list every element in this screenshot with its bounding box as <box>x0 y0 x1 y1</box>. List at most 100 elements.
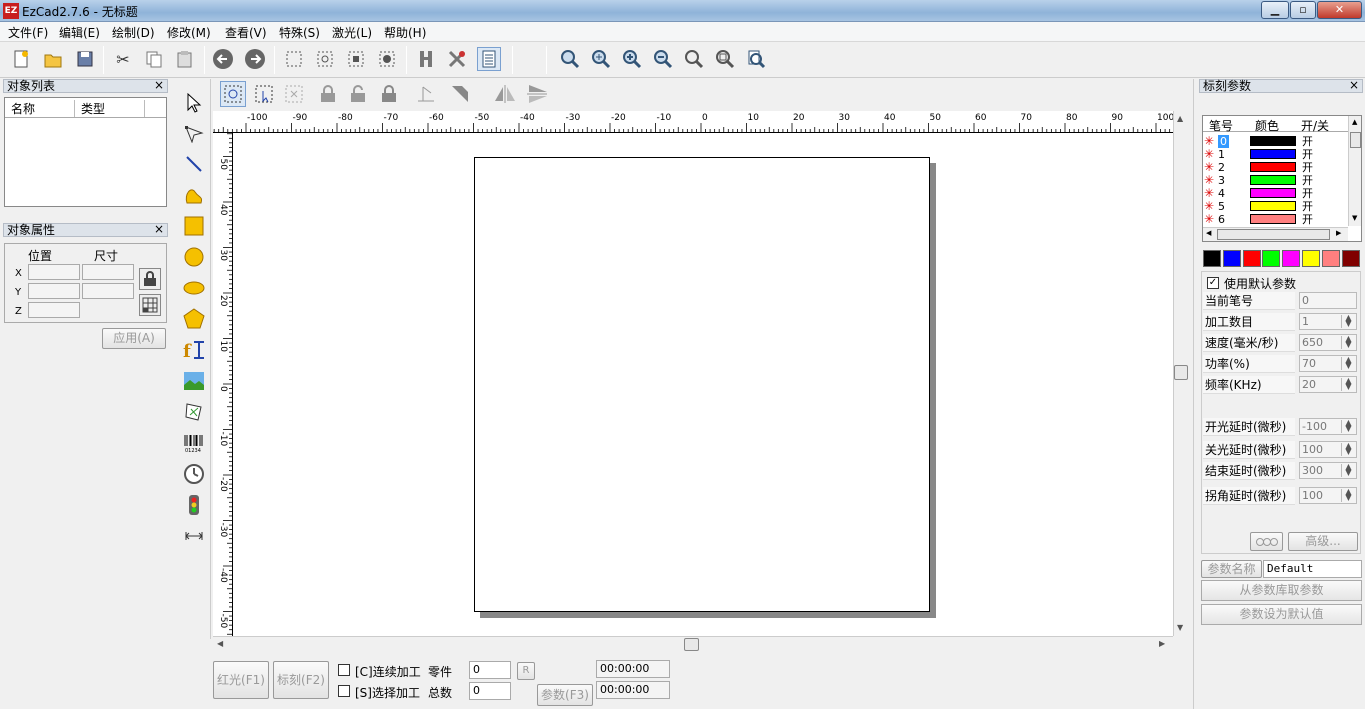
param-name-field[interactable]: Default <box>1263 560 1362 578</box>
menu-help[interactable]: 帮助(H) <box>382 24 428 41</box>
pen-scroll-left-icon[interactable]: ◀ <box>1206 229 1211 237</box>
text-tool-icon[interactable]: f <box>182 338 206 362</box>
object-list-close-icon[interactable]: × <box>154 79 164 91</box>
paste-icon[interactable] <box>173 47 197 71</box>
spin-icon[interactable]: ▲ ▼ <box>1341 335 1355 349</box>
red-light-button[interactable]: 红光(F1) <box>213 661 269 699</box>
palette-swatch[interactable] <box>1242 250 1261 267</box>
select-node-icon[interactable] <box>251 81 277 107</box>
unlock-all-icon[interactable] <box>377 81 403 107</box>
lock-icon[interactable] <box>139 268 161 290</box>
minimize-button[interactable]: ▁ <box>1261 1 1289 19</box>
params-button[interactable]: 参数(F3) <box>537 684 593 706</box>
spin-icon[interactable]: ▲ ▼ <box>1341 377 1355 391</box>
cut-icon[interactable]: ✂ <box>111 47 135 71</box>
select-disabled-icon[interactable] <box>281 81 307 107</box>
pen-scroll-down-icon[interactable]: ▼ <box>1352 214 1357 222</box>
zoom-icon[interactable] <box>558 47 582 71</box>
select-mode-icon[interactable] <box>220 81 246 107</box>
ellipse-tool-icon[interactable] <box>182 276 206 300</box>
frequency-field[interactable]: 20 ▲ ▼ <box>1299 376 1357 393</box>
object-props-close-icon[interactable]: × <box>154 223 164 235</box>
mark-params-close-icon[interactable]: × <box>1349 79 1359 91</box>
barcode-tool-icon[interactable]: 01234 <box>182 431 206 455</box>
end-delay-field[interactable]: 300 ▲ ▼ <box>1299 462 1357 479</box>
current-pen-field[interactable]: 0 <box>1299 292 1357 309</box>
hscroll-thumb[interactable] <box>684 638 699 651</box>
power-field[interactable]: 70 ▲ ▼ <box>1299 355 1357 372</box>
polygon-tool-icon[interactable] <box>182 307 206 331</box>
zoom-in-icon[interactable] <box>620 47 644 71</box>
combine-icon[interactable] <box>344 47 368 71</box>
extend-axis-icon[interactable] <box>182 524 206 548</box>
pos-x-field[interactable] <box>28 264 80 280</box>
properties-list-icon[interactable] <box>477 47 501 71</box>
palette-swatch[interactable] <box>1262 250 1281 267</box>
palette-swatch[interactable] <box>1302 250 1320 267</box>
scroll-up-icon[interactable]: ▲ <box>1177 114 1183 123</box>
zoom-out-icon[interactable] <box>651 47 675 71</box>
spin-icon[interactable]: ▲ ▼ <box>1341 419 1355 433</box>
pen-color-swatch[interactable] <box>1250 214 1296 224</box>
undo-icon[interactable] <box>211 47 235 71</box>
menu-file[interactable]: 文件(F) <box>6 24 50 41</box>
pen-onoff[interactable]: 开 <box>1302 135 1313 148</box>
timer-tool-icon[interactable] <box>182 462 206 486</box>
curve-tool-icon[interactable] <box>182 183 206 207</box>
set-default-button[interactable]: 参数设为默认值 <box>1201 604 1362 625</box>
spin-icon[interactable]: ▲ ▼ <box>1341 488 1355 502</box>
open-folder-icon[interactable] <box>41 47 65 71</box>
speed-field[interactable]: 650 ▲ ▼ <box>1299 334 1357 351</box>
pen-color-swatch[interactable] <box>1250 162 1296 172</box>
break-icon[interactable] <box>375 47 399 71</box>
pen-onoff[interactable]: 开 <box>1302 161 1313 174</box>
column-name[interactable]: 名称 <box>5 100 75 117</box>
ungroup-icon[interactable] <box>313 47 337 71</box>
work-area-page[interactable] <box>474 157 930 612</box>
select-process-checkbox[interactable] <box>338 685 350 697</box>
line-tool-icon[interactable] <box>182 152 206 176</box>
zoom-page-icon[interactable] <box>744 47 768 71</box>
palette-swatch[interactable] <box>1321 250 1340 267</box>
size-x-field[interactable] <box>82 264 134 280</box>
spin-icon[interactable]: ▲ ▼ <box>1341 442 1355 456</box>
horizontal-scrollbar[interactable]: ◀ ▶ <box>213 636 1173 652</box>
grid-anchor-icon[interactable] <box>139 294 161 316</box>
circle-tool-icon[interactable] <box>182 245 206 269</box>
close-button[interactable]: ✕ <box>1317 1 1362 19</box>
menu-laser[interactable]: 激光(L) <box>330 24 374 41</box>
tools-icon[interactable] <box>445 47 469 71</box>
palette-swatch[interactable] <box>1222 250 1241 267</box>
advanced-button[interactable]: 高级... <box>1288 532 1358 551</box>
spin-icon[interactable]: ▲ ▼ <box>1341 463 1355 477</box>
use-default-checkbox[interactable]: ✓ <box>1207 277 1219 289</box>
rectangle-tool-icon[interactable] <box>182 214 206 238</box>
total-field[interactable]: 0 <box>469 682 511 700</box>
reset-button[interactable]: R <box>517 662 535 680</box>
zoom-in-window-icon[interactable] <box>589 47 613 71</box>
pen-color-swatch[interactable] <box>1250 201 1296 211</box>
pen-row[interactable]: ✳ 2 开 <box>1203 161 1348 175</box>
pen-onoff[interactable]: 开 <box>1302 174 1313 187</box>
laser-on-delay-field[interactable]: -100 ▲ ▼ <box>1299 418 1357 435</box>
pen-row[interactable]: ✳ 6 开 <box>1203 213 1348 227</box>
pen-hscroll-thumb[interactable] <box>1217 229 1330 240</box>
pen-color-header[interactable]: 颜色 <box>1255 117 1279 134</box>
spin-icon[interactable]: ▲ ▼ <box>1341 314 1355 328</box>
pen-no-header[interactable]: 笔号 <box>1209 117 1233 134</box>
parts-field[interactable]: 0 <box>469 661 511 679</box>
menu-special[interactable]: 特殊(S) <box>277 24 322 41</box>
pos-y-field[interactable] <box>28 283 80 299</box>
pos-z-field[interactable] <box>28 302 80 318</box>
menu-modify[interactable]: 修改(M) <box>165 24 213 41</box>
pen-onoff[interactable]: 开 <box>1302 187 1313 200</box>
pen-color-swatch[interactable] <box>1250 136 1296 146</box>
unlock-object-icon[interactable] <box>345 81 371 107</box>
pen-table[interactable]: 笔号 颜色 开/关 ✳ 0 开 ✳ 1 开 ✳ 2 开 ✳ 3 开 ✳ 4 开 ✳ 5 开 ✳ 6 开 ▲ ▼ ◀ ▶ <box>1202 115 1362 242</box>
pen-onoff[interactable]: 开 <box>1302 213 1313 226</box>
pen-table-vscroll[interactable]: ▲ ▼ <box>1348 116 1361 226</box>
pen-row[interactable]: ✳ 0 开 <box>1203 135 1348 148</box>
scroll-down-icon[interactable]: ▼ <box>1177 623 1183 632</box>
scroll-right-icon[interactable]: ▶ <box>1159 639 1165 648</box>
hatch-icon[interactable] <box>414 47 438 71</box>
